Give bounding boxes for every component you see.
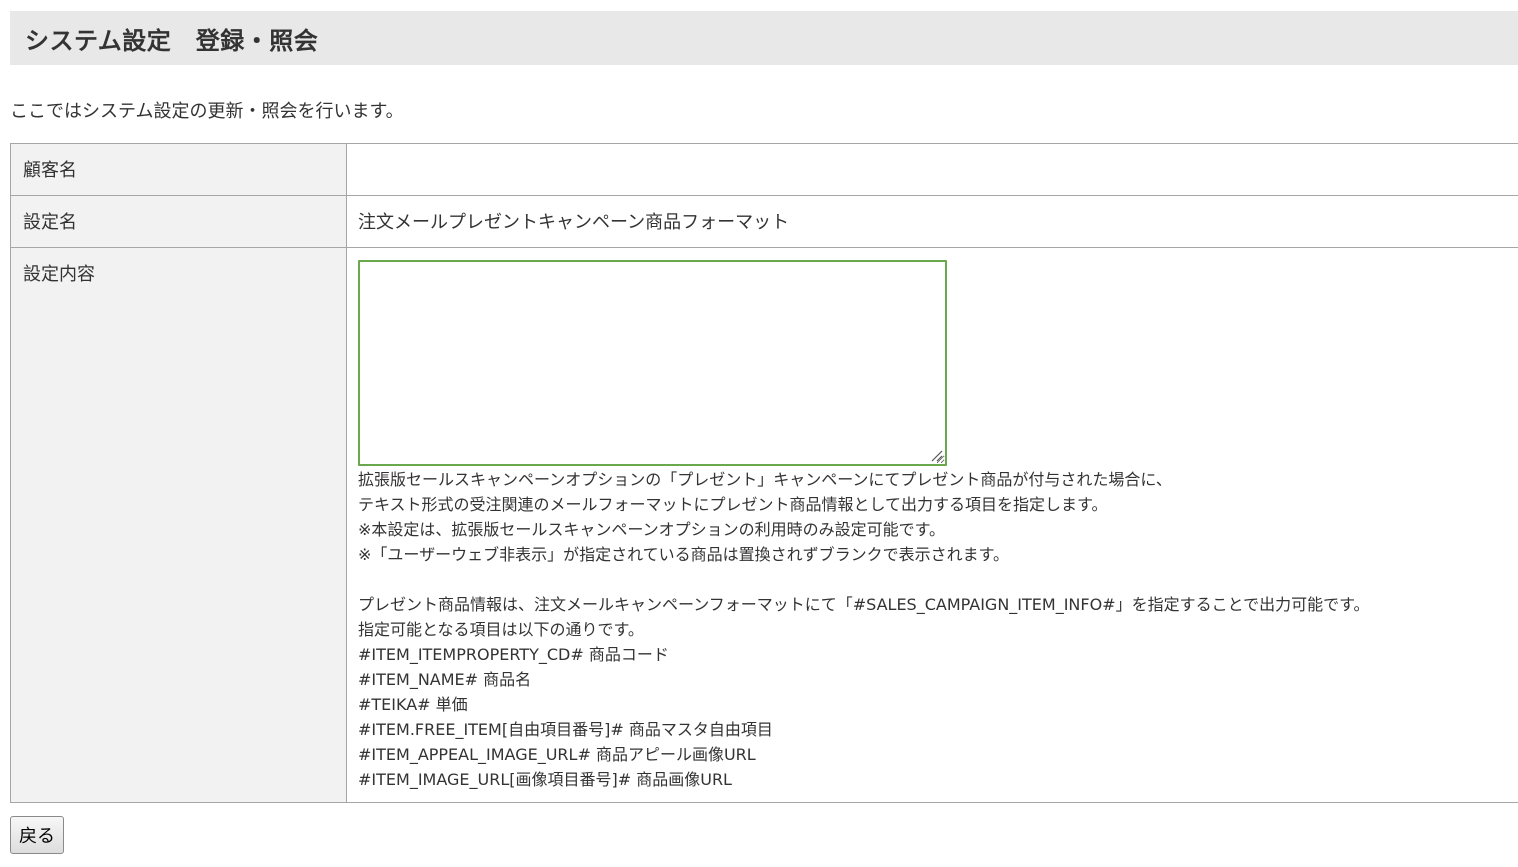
help-line: 拡張版セールスキャンペーンオプションの「プレゼント」キャンペーンにてプレゼント商… xyxy=(358,470,1172,489)
setting-help-text: 拡張版セールスキャンペーンオプションの「プレゼント」キャンペーンにてプレゼント商… xyxy=(358,467,1508,792)
help-line: #ITEM_IMAGE_URL[画像項目番号]# 商品画像URL xyxy=(358,770,732,789)
setting-name-label: 設定名 xyxy=(10,195,347,248)
help-line: #ITEM.FREE_ITEM[自由項目番号]# 商品マスタ自由項目 xyxy=(358,720,773,739)
help-line: ※「ユーザーウェブ非表示」が指定されている商品は置換されずブランクで表示されます… xyxy=(358,545,1010,564)
table-row-setting-name: 設定名 注文メールプレゼントキャンペーン商品フォーマット xyxy=(10,195,1518,248)
help-line: 指定可能となる項目は以下の通りです。 xyxy=(358,620,644,639)
back-button[interactable]: 戻る xyxy=(10,816,64,854)
setting-content-editor xyxy=(358,260,947,466)
help-line: テキスト形式の受注関連のメールフォーマットにプレゼント商品情報として出力する項目… xyxy=(358,495,1108,514)
page-header: システム設定 登録・照会 xyxy=(10,11,1518,65)
help-line: プレゼント商品情報は、注文メールキャンペーンフォーマットにて「#SALES_CA… xyxy=(358,595,1370,614)
setting-content-textarea[interactable] xyxy=(358,260,947,466)
customer-value xyxy=(346,143,1518,196)
customer-label: 顧客名 xyxy=(10,143,347,196)
setting-content-cell: 拡張版セールスキャンペーンオプションの「プレゼント」キャンペーンにてプレゼント商… xyxy=(346,247,1518,803)
intro-text: ここではシステム設定の更新・照会を行います。 xyxy=(10,101,404,122)
page-title: システム設定 登録・照会 xyxy=(25,26,319,55)
setting-name-value: 注文メールプレゼントキャンペーン商品フォーマット xyxy=(346,195,1518,248)
help-line-blank xyxy=(358,567,1508,592)
help-line: #ITEM_NAME# 商品名 xyxy=(358,670,532,689)
settings-table: 顧客名 設定名 注文メールプレゼントキャンペーン商品フォーマット 設定内容 拡張… xyxy=(10,143,1518,803)
help-line: #TEIKA# 単価 xyxy=(358,695,468,714)
system-settings-page: システム設定 登録・照会 ここではシステム設定の更新・照会を行います。 顧客名 … xyxy=(0,0,1518,867)
setting-content-label: 設定内容 xyxy=(10,247,347,803)
help-line: #ITEM_ITEMPROPERTY_CD# 商品コード xyxy=(358,645,669,664)
help-line: #ITEM_APPEAL_IMAGE_URL# 商品アピール画像URL xyxy=(358,745,756,764)
help-line: ※本設定は、拡張版セールスキャンペーンオプションの利用時のみ設定可能です。 xyxy=(358,520,946,539)
table-row-setting-content: 設定内容 拡張版セールスキャンペーンオプションの「プレゼント」キャンペーンにてプ… xyxy=(10,247,1518,803)
table-row-customer: 顧客名 xyxy=(10,143,1518,196)
